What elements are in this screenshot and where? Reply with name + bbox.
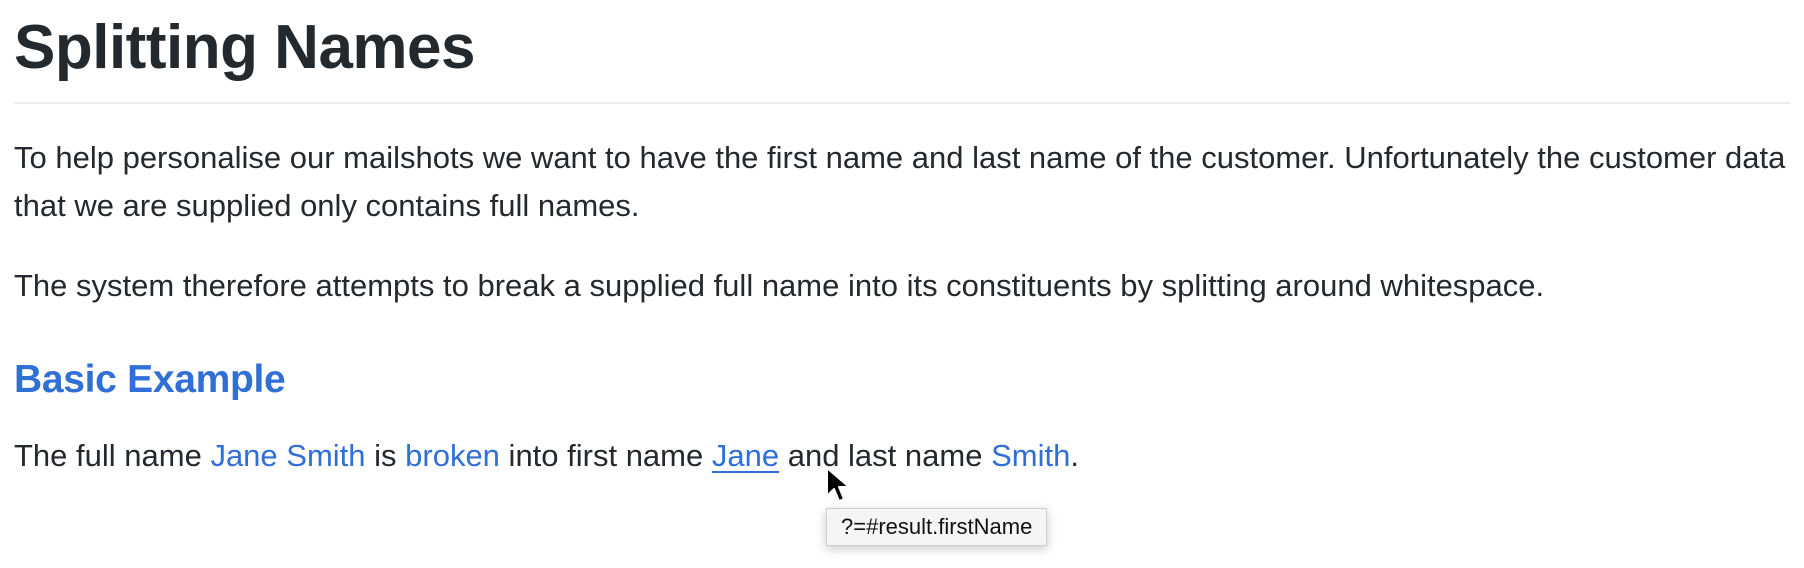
- broken-link[interactable]: broken: [405, 438, 500, 473]
- example-text: into first name: [499, 438, 712, 473]
- example-paragraph: The full name Jane Smith is broken into …: [14, 432, 1790, 480]
- section-heading-basic-example: Basic Example: [14, 358, 286, 401]
- full-name-link[interactable]: Jane Smith: [210, 438, 365, 473]
- title-divider: [14, 102, 1790, 104]
- mouse-pointer-icon: [826, 467, 850, 502]
- example-text: is: [365, 438, 406, 473]
- document: Splitting Names To help personalise our …: [14, 0, 1790, 480]
- example-text: .: [1070, 438, 1079, 473]
- tooltip: ?=#result.firstName: [826, 508, 1048, 546]
- example-text: and last name: [779, 438, 992, 473]
- first-name-link[interactable]: Jane: [712, 438, 779, 473]
- system-paragraph: The system therefore attempts to break a…: [14, 268, 1545, 303]
- intro-paragraph: To help personalise our mailshots we wan…: [14, 140, 1786, 223]
- example-text: The full name: [14, 438, 211, 473]
- last-name-link[interactable]: Smith: [991, 438, 1070, 473]
- page-title: Splitting Names: [14, 13, 476, 82]
